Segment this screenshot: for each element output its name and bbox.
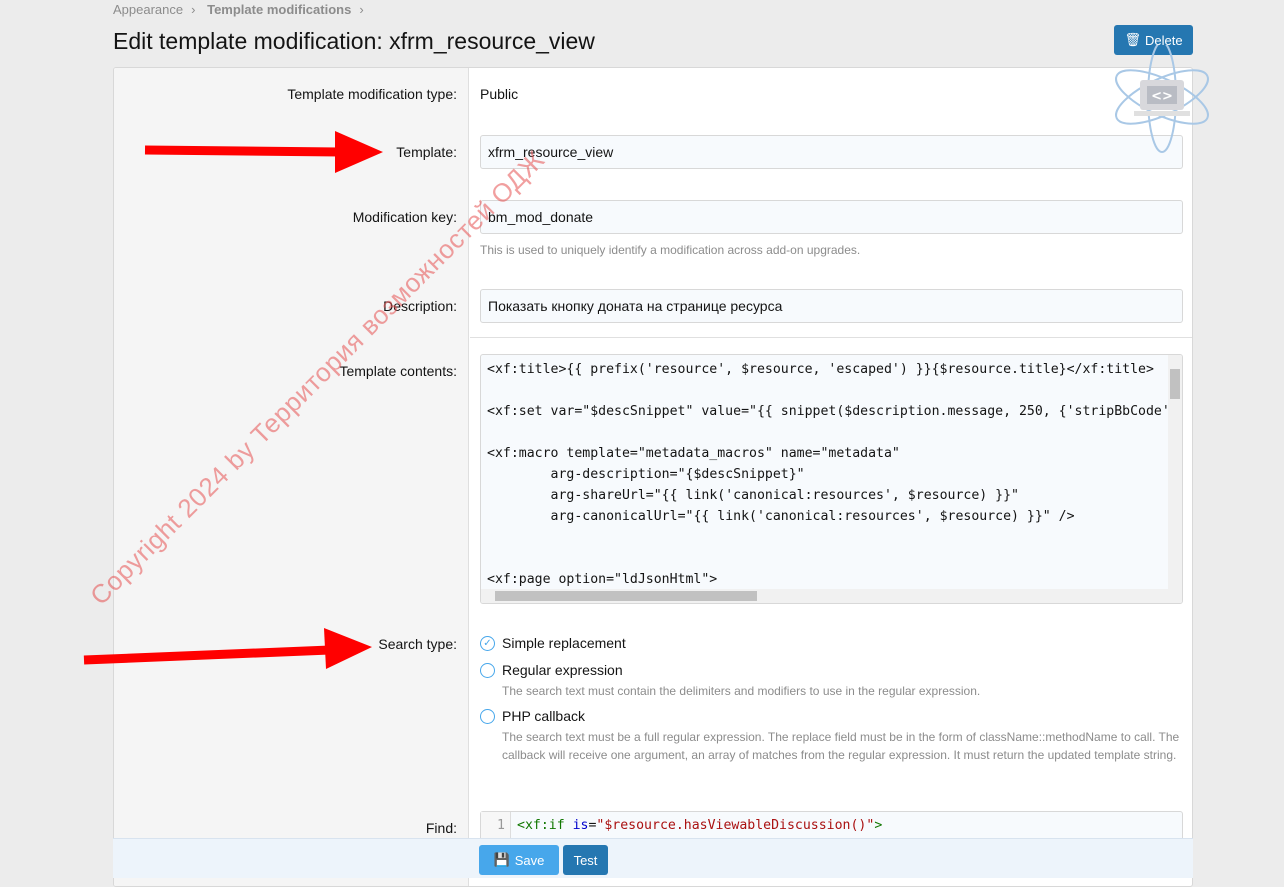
breadcrumb-template-modifications[interactable]: Template modifications — [207, 2, 351, 17]
contents-label: Template contents: — [339, 363, 457, 379]
code-string: "$resource.hasViewableDiscussion()" — [596, 818, 875, 833]
code-tag: <xf:if — [517, 818, 573, 833]
breadcrumb-separator-icon: › — [191, 2, 196, 17]
radio-php-callback[interactable]: PHP callback — [480, 708, 585, 724]
test-button[interactable]: Test — [563, 845, 608, 875]
radio-label: PHP callback — [502, 708, 586, 724]
description-label: Description: — [383, 298, 457, 314]
radio-regular-expression[interactable]: Regular expression — [480, 662, 623, 678]
trash-icon: 🗑 — [1124, 32, 1141, 47]
description-input[interactable]: Показать кнопку доната на странице ресур… — [480, 289, 1183, 323]
save-label: Save — [514, 852, 545, 868]
template-input[interactable]: xfrm_resource_view — [480, 135, 1183, 169]
save-button[interactable]: 💾 Save — [479, 845, 559, 875]
horizontal-scrollbar[interactable] — [481, 589, 1182, 603]
breadcrumb-appearance[interactable]: Appearance — [113, 2, 183, 17]
breadcrumb-separator-icon: › — [359, 2, 364, 17]
code-attribute: is — [572, 818, 589, 833]
find-code-line[interactable]: <xf:if is="$resource.hasViewableDiscussi… — [517, 818, 882, 833]
find-label: Find: — [425, 820, 457, 836]
template-label: Template: — [396, 144, 457, 160]
breadcrumb: Appearance › Template modifications › — [113, 2, 372, 17]
divider — [470, 337, 1192, 338]
radio-simple-replacement[interactable]: ✓ Simple replacement — [480, 635, 626, 651]
type-value: Public — [480, 86, 519, 102]
php-callback-hint: The search text must be a full regular e… — [502, 730, 1180, 762]
regex-hint: The search text must contain the delimit… — [502, 684, 981, 698]
check-circle-icon: ✓ — [480, 635, 495, 651]
save-icon: 💾 — [493, 852, 510, 867]
radio-label: Regular expression — [502, 662, 623, 678]
template-contents-editor[interactable]: <xf:title>{{ prefix('resource', $resourc… — [480, 354, 1183, 604]
form-footer: 💾 Save Test — [113, 838, 1193, 878]
page-title: Edit template modification: xfrm_resourc… — [113, 28, 595, 54]
key-hint: This is used to uniquely identify a modi… — [480, 243, 861, 257]
search-type-label: Search type: — [378, 636, 457, 652]
modification-key-input[interactable]: bm_mod_donate — [480, 200, 1183, 234]
radio-circle-icon — [480, 708, 495, 724]
template-contents-text[interactable]: <xf:title>{{ prefix('resource', $resourc… — [481, 355, 1182, 594]
type-label: Template modification type: — [287, 86, 457, 102]
vertical-scrollbar[interactable] — [1168, 355, 1182, 589]
label-column — [114, 68, 469, 886]
key-label: Modification key: — [352, 209, 457, 225]
radio-label: Simple replacement — [502, 635, 626, 651]
form-panel: Template modification type: Public Templ… — [113, 67, 1193, 887]
code-tag-end: > — [874, 818, 883, 833]
radio-circle-icon — [480, 662, 495, 678]
delete-label: Delete — [1144, 32, 1183, 48]
delete-button[interactable]: 🗑 Delete — [1114, 25, 1193, 55]
